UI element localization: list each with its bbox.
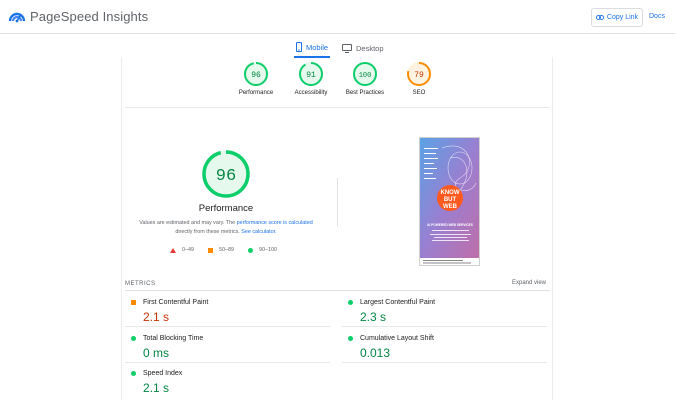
metric-label: Largest Contentful Paint bbox=[360, 299, 436, 306]
average-square-icon bbox=[131, 300, 136, 305]
metric-cumulative-layout-shift: Cumulative Layout Shift 0.013 bbox=[342, 328, 547, 363]
app-title: PageSpeed Insights bbox=[30, 9, 149, 24]
gauge-label: Performance bbox=[238, 90, 274, 96]
score-value: 100 bbox=[359, 72, 372, 80]
tab-desktop-label: Desktop bbox=[356, 43, 384, 53]
metric-value: 2.1 s bbox=[143, 310, 170, 324]
link-icon bbox=[595, 15, 604, 20]
pass-circle-icon bbox=[348, 300, 353, 305]
tab-mobile[interactable]: Mobile bbox=[294, 38, 331, 58]
score-ring: 79 bbox=[407, 62, 431, 86]
desktop-icon bbox=[342, 43, 352, 53]
score-value: 96 bbox=[251, 71, 261, 80]
metric-label: Total Blocking Time bbox=[143, 335, 204, 342]
gauge-label: Accessibility bbox=[294, 90, 328, 96]
score-ring: 91 bbox=[299, 62, 323, 86]
gauge-label: SEO bbox=[412, 90, 426, 96]
tab-mobile-label: Mobile bbox=[306, 42, 329, 52]
brand[interactable]: PageSpeed Insights bbox=[9, 9, 148, 24]
screenshot-heading: KNOW bbox=[441, 190, 460, 196]
top-bar: PageSpeed Insights Copy Link Docs bbox=[0, 0, 675, 34]
copy-link-button[interactable]: Copy Link bbox=[591, 8, 643, 27]
metric-first-contentful-paint: First Contentful Paint 2.1 s bbox=[125, 292, 330, 327]
metric-value: 0 ms bbox=[143, 346, 170, 360]
metrics-section-title: METRICS bbox=[125, 281, 156, 287]
metrics-divider bbox=[125, 290, 550, 291]
screenshot-tagline: AI POWERED WEB SERVICES bbox=[427, 223, 473, 227]
screenshot-heading: WEB bbox=[443, 204, 458, 210]
legend-range: 90–100 bbox=[259, 247, 277, 253]
note-text: directly from these metrics. bbox=[175, 228, 242, 235]
legend-average: 50–89 bbox=[208, 247, 234, 253]
page-screenshot: KNOW BUT WEB AI POWERED WEB SERVICES bbox=[419, 137, 480, 266]
performance-title: Performance bbox=[198, 203, 254, 214]
metric-largest-contentful-paint: Largest Contentful Paint 2.3 s bbox=[342, 292, 547, 327]
metric-label: First Contentful Paint bbox=[143, 299, 209, 306]
section-divider bbox=[125, 107, 550, 108]
pagespeed-logo-icon bbox=[9, 12, 25, 22]
score-legend: 0–49 50–89 90–100 bbox=[170, 247, 277, 253]
legend-pass: 90–100 bbox=[248, 247, 277, 253]
see-calculator-link[interactable]: See calculator. bbox=[241, 229, 276, 235]
metric-value: 2.1 s bbox=[143, 381, 170, 395]
legend-range: 0–49 bbox=[182, 247, 194, 253]
metric-label: Cumulative Layout Shift bbox=[360, 335, 434, 342]
average-square-icon bbox=[208, 247, 213, 253]
score-ring: 96 bbox=[244, 62, 268, 86]
smartphone-icon bbox=[296, 42, 302, 52]
pass-circle-icon bbox=[348, 336, 353, 341]
copy-link-label: Copy Link bbox=[606, 14, 639, 21]
expand-view-toggle[interactable]: Expand view bbox=[512, 280, 546, 286]
docs-link[interactable]: Docs bbox=[649, 13, 665, 20]
score-value: 79 bbox=[414, 71, 424, 80]
gauge-seo[interactable]: 79 SEO bbox=[394, 61, 444, 96]
pass-circle-icon bbox=[131, 371, 136, 376]
performance-gauge: 96 bbox=[202, 150, 250, 198]
score-value: 91 bbox=[306, 71, 316, 80]
screenshot-heading: BUT bbox=[444, 197, 457, 203]
performance-score-link[interactable]: performance score is calculated bbox=[237, 220, 313, 226]
gauge-best-practices[interactable]: 100 Best Practices bbox=[340, 61, 390, 96]
legend-fail: 0–49 bbox=[170, 247, 194, 253]
metric-total-blocking-time: Total Blocking Time 0 ms bbox=[125, 328, 330, 363]
legend-range: 50–89 bbox=[219, 247, 234, 253]
metric-value: 2.3 s bbox=[360, 310, 387, 324]
pass-circle-icon bbox=[131, 336, 136, 341]
vertical-divider bbox=[337, 178, 338, 226]
gauge-label: Best Practices bbox=[345, 90, 385, 96]
fail-triangle-icon bbox=[170, 247, 176, 253]
screenshot-image: KNOW BUT WEB AI POWERED WEB SERVICES bbox=[420, 138, 479, 265]
score-ring: 100 bbox=[353, 62, 377, 86]
performance-score-value: 96 bbox=[216, 167, 236, 186]
gauge-performance[interactable]: 96 Performance bbox=[231, 61, 281, 96]
gauge-accessibility[interactable]: 91 Accessibility bbox=[286, 61, 336, 96]
device-tabs: Mobile Desktop bbox=[0, 36, 675, 58]
metric-value: 0.013 bbox=[360, 346, 391, 360]
tab-desktop[interactable]: Desktop bbox=[342, 38, 384, 58]
metric-speed-index: Speed Index 2.1 s bbox=[125, 363, 330, 398]
metric-label: Speed Index bbox=[143, 370, 183, 377]
performance-note: Values are estimated and may vary. The p… bbox=[135, 219, 317, 236]
pass-circle-icon bbox=[248, 247, 253, 253]
note-text: Values are estimated and may vary. The bbox=[139, 220, 237, 226]
